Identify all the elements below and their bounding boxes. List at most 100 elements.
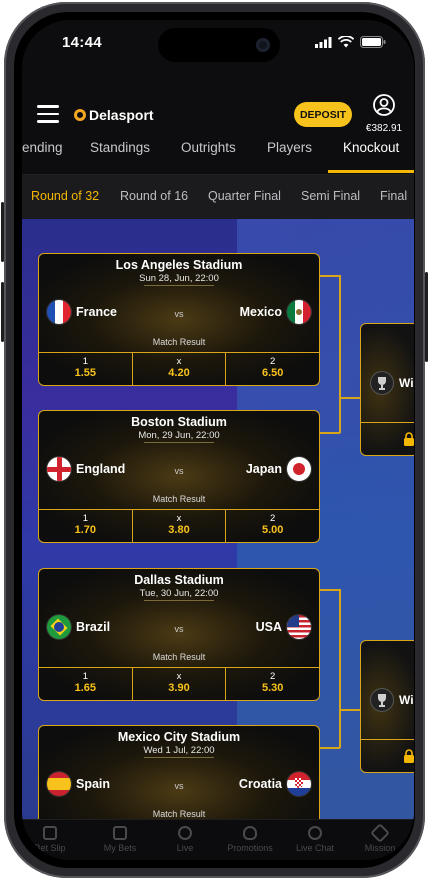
nav-my-bets[interactable]: My Bets [88, 822, 152, 853]
subtab-round-of-16[interactable]: Round of 16 [120, 189, 188, 203]
usa-flag-icon [287, 615, 311, 639]
odds-label: 2 [270, 671, 276, 682]
away-team: USA [256, 615, 311, 639]
odds-value: 1.55 [74, 367, 97, 379]
odds-home-button[interactable]: 1 1.65 [39, 668, 133, 700]
tab-trending[interactable]: ending [22, 140, 63, 155]
match-card[interactable]: Dallas Stadium Tue, 30 Jun, 22:00 Brazil… [38, 568, 320, 701]
tab-players[interactable]: Players [267, 140, 312, 155]
status-icons [315, 36, 386, 48]
odds-home-button[interactable]: 1 1.70 [39, 510, 133, 542]
odds-value: 3.90 [168, 682, 190, 694]
match-venue: Dallas Stadium [134, 573, 224, 587]
match-venue: Boston Stadium [131, 415, 227, 429]
trophy-icon [371, 689, 393, 711]
knockout-bracket: Los Angeles Stadium Sun 28, Jun, 22:00 F… [22, 219, 414, 819]
odds-label: 1 [82, 513, 88, 524]
tab-standings[interactable]: Standings [90, 140, 150, 155]
nav-mission[interactable]: Mission [348, 822, 412, 853]
odds-locked-row [361, 739, 414, 772]
nav-promotions[interactable]: Promotions [218, 822, 282, 853]
subtab-round-of-32[interactable]: Round of 32 [31, 189, 99, 203]
brand-name: Delasport [89, 107, 154, 123]
away-team-name: Japan [245, 462, 282, 476]
odds-draw-button[interactable]: x 4.20 [133, 353, 227, 385]
match-card[interactable]: Mexico City Stadium Wed 1 Jul, 22:00 Spa… [38, 725, 320, 819]
signal-icon [315, 36, 332, 48]
odds-draw-button[interactable]: x 3.90 [133, 668, 227, 700]
wifi-icon [338, 36, 354, 48]
side-button [1, 202, 4, 262]
phone-frame: 14:44 Delasport DEPOSIT €382.91 ending S… [1, 2, 428, 878]
odds-value: 6.50 [261, 367, 284, 379]
odds-value: 3.80 [168, 524, 190, 536]
chat-icon [308, 826, 322, 840]
bracket-connector [339, 709, 361, 711]
user-icon [373, 94, 395, 116]
nav-label: Live [176, 843, 194, 853]
mexico-flag-icon [287, 300, 311, 324]
odds-label: x [176, 513, 182, 524]
promotions-icon [243, 826, 257, 840]
odds-label: 1 [82, 671, 88, 682]
divider [144, 757, 214, 758]
match-card[interactable]: Boston Stadium Mon, 29 Jun, 22:00 Englan… [38, 410, 320, 543]
rocket-icon [370, 823, 390, 843]
winner-label: Wi [399, 376, 414, 390]
market-label: Match Result [152, 809, 206, 819]
odds-away-button[interactable]: 2 5.00 [226, 510, 319, 542]
camera-icon [256, 38, 270, 52]
away-team-name: Croatia [238, 777, 282, 791]
bracket-connector [318, 747, 340, 749]
nav-live[interactable]: Live [153, 822, 217, 853]
odds-label: 2 [270, 356, 276, 367]
odds-home-button[interactable]: 1 1.55 [39, 353, 133, 385]
nav-label: Mission [364, 843, 396, 853]
deposit-button[interactable]: DEPOSIT [294, 102, 352, 127]
battery-icon [360, 36, 386, 48]
bracket-connector [318, 589, 340, 591]
odds-value: 1.65 [74, 682, 97, 694]
bottom-nav: Bet Slip My Bets Live Promotions Live Ch… [22, 819, 414, 860]
bracket-connector [318, 275, 340, 277]
nav-label: Promotions [227, 843, 273, 853]
odds-row: 1 1.55 x 4.20 2 6.50 [39, 352, 319, 385]
odds-value: 1.70 [74, 524, 97, 536]
subtab-semi-final[interactable]: Semi Final [301, 189, 360, 203]
match-venue: Los Angeles Stadium [115, 258, 243, 272]
odds-away-button[interactable]: 2 5.30 [226, 668, 319, 700]
live-icon [178, 826, 192, 840]
odds-label: x [176, 356, 182, 367]
brand-logo[interactable]: Delasport [74, 107, 154, 123]
odds-locked-row [361, 422, 414, 455]
tab-outrights[interactable]: Outrights [181, 140, 236, 155]
nav-live-chat[interactable]: Live Chat [283, 822, 347, 853]
odds-value: 4.20 [168, 367, 190, 379]
bracket-connector [339, 397, 361, 399]
subtab-final[interactable]: Final [380, 189, 407, 203]
round-selector: Round of 32 Round of 16 Quarter Final Se… [22, 175, 414, 219]
logo-icon [74, 109, 86, 121]
match-time: Wed 1 Jul, 22:00 [143, 745, 215, 756]
japan-flag-icon [287, 457, 311, 481]
app-header: Delasport DEPOSIT €382.91 [22, 78, 414, 134]
odds-away-button[interactable]: 2 6.50 [226, 353, 319, 385]
bracket-connector [339, 275, 341, 433]
screen: 14:44 Delasport DEPOSIT €382.91 ending S… [22, 20, 414, 860]
odds-label: 2 [270, 513, 276, 524]
next-round-card[interactable]: Wi [360, 323, 414, 456]
odds-draw-button[interactable]: x 3.80 [133, 510, 227, 542]
subtab-quarter-final[interactable]: Quarter Final [208, 189, 281, 203]
winner-label: Wi [399, 693, 414, 707]
divider [144, 600, 214, 601]
odds-label: 1 [82, 356, 88, 367]
next-round-card[interactable]: Wi [360, 640, 414, 773]
match-time: Tue, 30 Jun, 22:00 [139, 588, 219, 599]
tab-knockout[interactable]: Knockout [343, 140, 399, 155]
nav-bet-slip[interactable]: Bet Slip [22, 822, 82, 853]
nav-label: Live Chat [295, 843, 335, 853]
account-button[interactable]: €382.91 [362, 94, 406, 134]
hamburger-menu-icon[interactable] [37, 105, 59, 128]
status-bar: 14:44 [22, 20, 414, 66]
match-card[interactable]: Los Angeles Stadium Sun 28, Jun, 22:00 F… [38, 253, 320, 386]
